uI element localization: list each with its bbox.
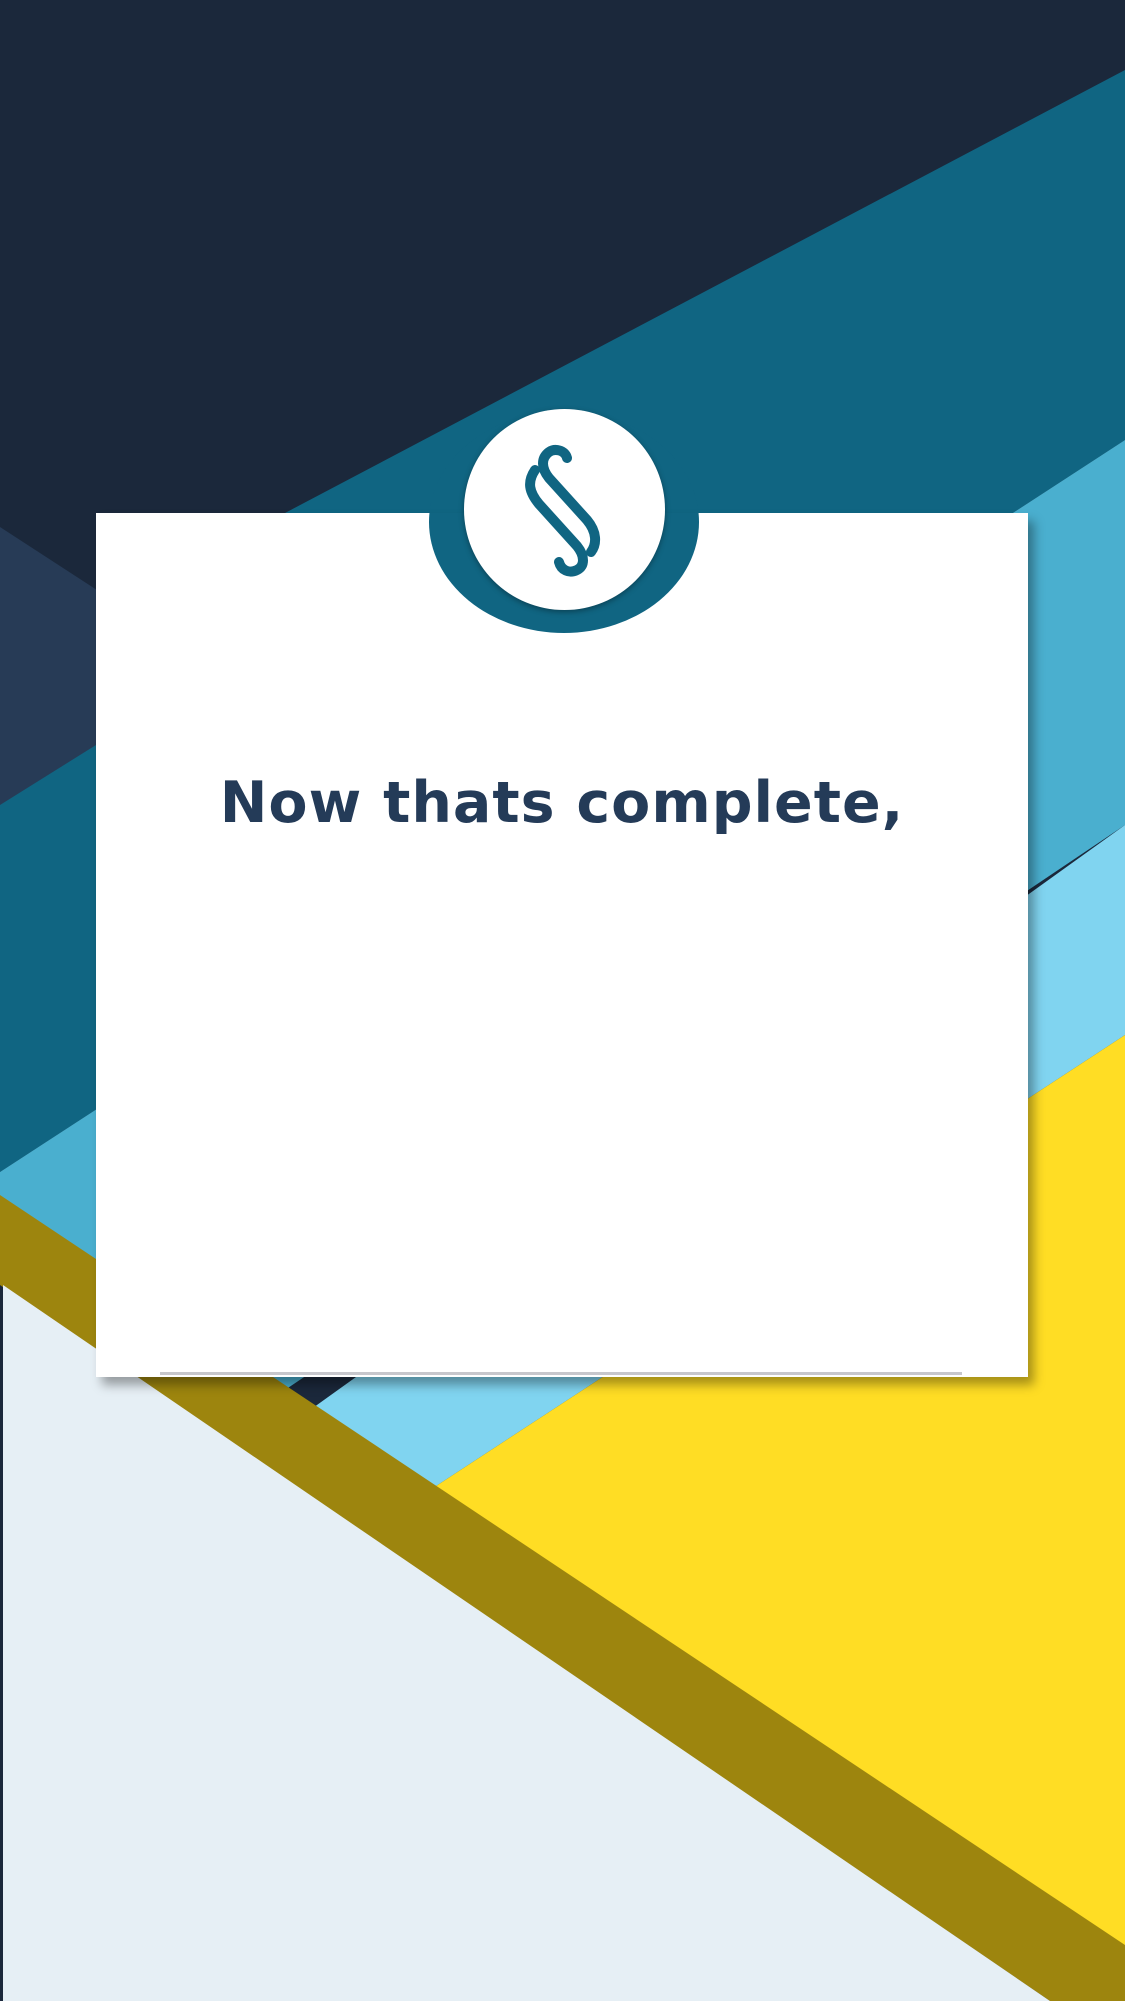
app-logo: [464, 409, 665, 610]
completion-card: [96, 513, 1028, 1377]
section-sign-icon: [524, 444, 600, 577]
card-divider: [160, 1372, 962, 1375]
completion-headline: Now thats complete,: [219, 770, 905, 836]
